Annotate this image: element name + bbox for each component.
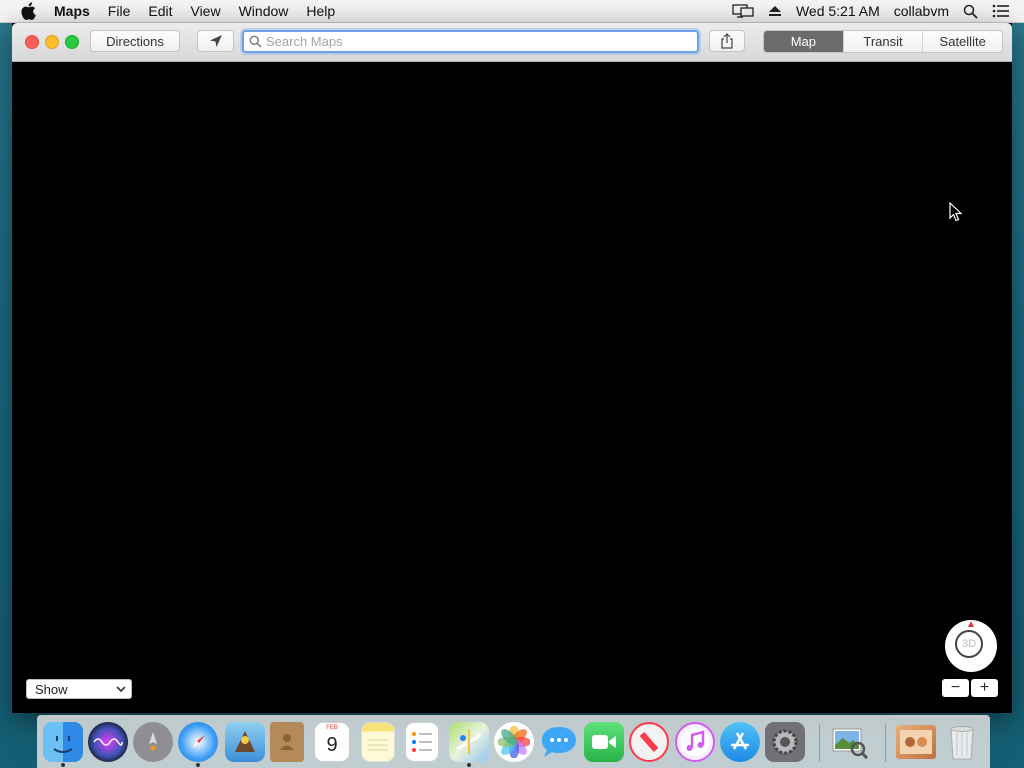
menu-view[interactable]: View — [190, 3, 220, 19]
trash-icon[interactable] — [942, 722, 982, 762]
share-button[interactable] — [709, 30, 745, 52]
location-arrow-icon — [209, 35, 222, 47]
apple-icon[interactable] — [20, 2, 36, 20]
map-mode-segmented-control: Map Transit Satellite — [763, 30, 1003, 53]
mail-icon[interactable] — [225, 722, 265, 762]
show-dropdown-value: Show — [35, 681, 68, 697]
zoom-in-button[interactable]: + — [971, 679, 998, 697]
reminders-icon[interactable] — [405, 722, 439, 762]
current-location-button[interactable] — [197, 30, 234, 52]
compass-3d-label: 3D — [961, 638, 977, 650]
compass-3d-button[interactable]: 3D — [945, 620, 997, 672]
close-window-button[interactable] — [25, 35, 39, 49]
menu-window[interactable]: Window — [239, 3, 289, 19]
menu-user[interactable]: collabvm — [894, 3, 949, 19]
preview-icon[interactable] — [830, 722, 870, 762]
eject-icon[interactable] — [768, 5, 782, 17]
directions-button[interactable]: Directions — [90, 30, 180, 52]
chevron-down-icon — [116, 686, 126, 693]
siri-icon[interactable] — [88, 722, 128, 762]
menu-bar-status-area: Wed 5:21 AM collabvm — [732, 0, 1024, 22]
photos-icon[interactable] — [494, 722, 534, 762]
maps-window: Directions Map Transit Satellite — [12, 23, 1012, 713]
compass-north-icon — [968, 621, 974, 627]
minimize-window-button[interactable] — [45, 35, 59, 49]
photo-booth-icon[interactable] — [896, 725, 936, 759]
news-icon[interactable] — [629, 722, 669, 762]
spotlight-search-icon[interactable] — [963, 4, 978, 19]
system-preferences-icon[interactable] — [765, 722, 805, 762]
calendar-month-label: FEB — [326, 725, 338, 731]
maps-running-indicator — [467, 763, 471, 767]
launchpad-icon[interactable] — [133, 722, 173, 762]
notes-icon[interactable] — [361, 722, 395, 762]
maps-icon[interactable] — [449, 722, 489, 762]
finder-icon[interactable] — [43, 722, 83, 762]
compass-ring: 3D — [955, 630, 983, 658]
contacts-icon[interactable] — [270, 722, 304, 762]
dock: FEB 9 — [37, 715, 990, 768]
menu-clock[interactable]: Wed 5:21 AM — [796, 3, 880, 19]
zoom-window-button[interactable] — [65, 35, 79, 49]
search-icon — [249, 35, 262, 48]
dock-separator — [885, 724, 886, 762]
show-dropdown[interactable]: Show — [26, 679, 132, 699]
calendar-icon[interactable]: FEB 9 — [314, 722, 350, 762]
tab-map[interactable]: Map — [764, 31, 843, 52]
safari-running-indicator — [196, 763, 200, 767]
menu-help[interactable]: Help — [306, 3, 335, 19]
messages-icon[interactable] — [539, 722, 579, 762]
tab-transit[interactable]: Transit — [842, 31, 923, 52]
search-field[interactable] — [242, 30, 699, 53]
share-icon — [721, 33, 733, 49]
dock-separator — [819, 724, 820, 762]
tab-satellite[interactable]: Satellite — [922, 31, 1002, 52]
facetime-icon[interactable] — [584, 722, 624, 762]
map-view[interactable] — [12, 62, 1012, 713]
calendar-day-label: 9 — [326, 734, 338, 756]
menu-edit[interactable]: Edit — [148, 3, 172, 19]
screen-mirroring-icon[interactable] — [732, 4, 754, 18]
menu-app-name[interactable]: Maps — [54, 3, 90, 19]
window-toolbar: Directions Map Transit Satellite — [12, 23, 1012, 62]
notification-center-icon[interactable] — [992, 4, 1010, 18]
search-input[interactable] — [266, 34, 686, 49]
mouse-pointer-icon — [949, 202, 963, 222]
safari-icon[interactable] — [178, 722, 218, 762]
menu-file[interactable]: File — [108, 3, 131, 19]
zoom-controls: − + — [942, 679, 998, 697]
menu-bar: Maps File Edit View Window Help Wed 5:21… — [0, 0, 1024, 23]
app-store-icon[interactable] — [720, 722, 760, 762]
zoom-out-button[interactable]: − — [942, 679, 969, 697]
finder-running-indicator — [61, 763, 65, 767]
itunes-icon[interactable] — [675, 722, 715, 762]
